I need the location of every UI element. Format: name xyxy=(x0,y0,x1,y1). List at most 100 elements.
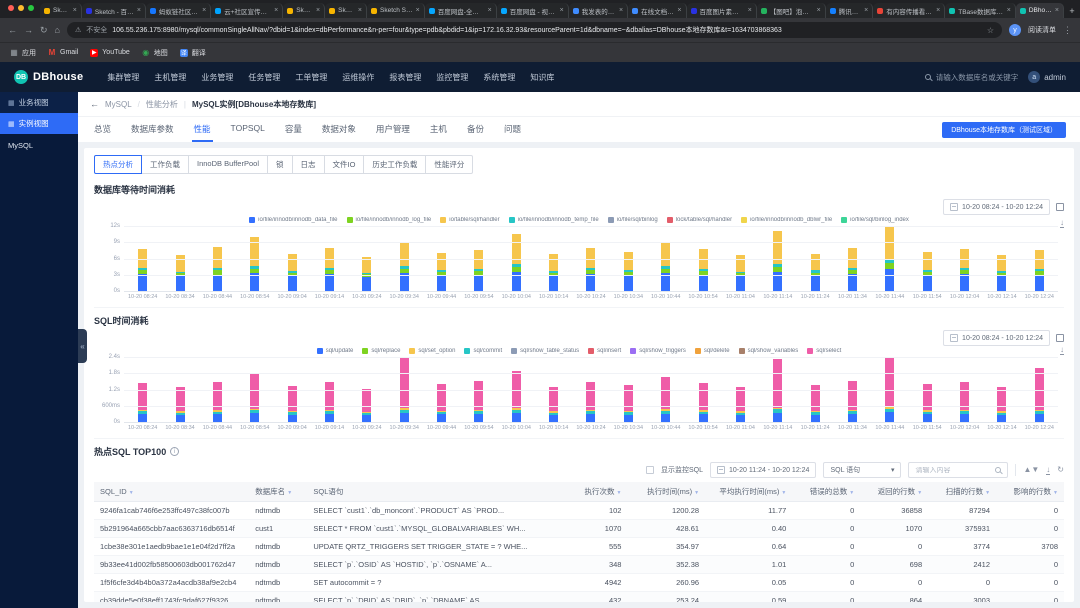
tab-close-icon[interactable]: × xyxy=(488,7,492,14)
maximize-window-icon[interactable] xyxy=(28,4,34,11)
sort-icon[interactable]: ▼ xyxy=(617,490,622,496)
tab-close-icon[interactable]: × xyxy=(1055,7,1059,14)
address-bar[interactable]: ⚠ 不安全 106.55.236.175:8980/mysql/commonSi… xyxy=(66,22,1002,38)
subtab-日志[interactable]: 日志 xyxy=(291,155,325,174)
tab-容量[interactable]: 容量 xyxy=(275,117,312,142)
sort-icon[interactable]: ▼ xyxy=(917,490,922,496)
sort-icon[interactable]: ▼ xyxy=(781,490,786,496)
date-range-picker[interactable]: 10-20 08:24 - 10-20 12:24 xyxy=(943,199,1050,215)
sort-icon[interactable]: ▼ xyxy=(129,490,134,496)
tab-close-icon[interactable]: × xyxy=(274,7,278,14)
expand-icon[interactable] xyxy=(1056,334,1064,342)
browser-tab[interactable]: 有内容传播看求告...× xyxy=(873,3,946,18)
column-header-平均执行时间(ms)[interactable]: 平均执行时间(ms) ▼ xyxy=(705,482,793,502)
tab-数据对象[interactable]: 数据对象 xyxy=(312,117,366,142)
legend-item[interactable]: sql/replace xyxy=(362,348,400,354)
browser-tab[interactable]: 百度图片素材产...× xyxy=(686,3,757,18)
browser-tab[interactable]: 我发表的文档× xyxy=(568,3,629,18)
sql-statement-link[interactable]: SELECT `cust1`.`db_moncont`.`PRODUCT` AS… xyxy=(307,501,570,520)
legend-item[interactable]: sql/select xyxy=(807,348,841,354)
expand-icon[interactable] xyxy=(1056,203,1064,211)
subtab-热点分析[interactable]: 热点分析 xyxy=(94,155,142,174)
column-header-返回的行数[interactable]: 返回的行数 ▼ xyxy=(860,482,929,502)
sort-icon[interactable]: ▼ xyxy=(1053,490,1058,496)
legend-item[interactable]: io/table/sql/handler xyxy=(440,217,500,223)
table-date-range-picker[interactable]: 10-20 11:24 - 10-20 12:24 xyxy=(710,462,817,478)
search-icon[interactable] xyxy=(995,467,1002,473)
tab-数据库参数[interactable]: 数据库参数 xyxy=(121,117,184,142)
nav-item-系统管理[interactable]: 系统管理 xyxy=(483,72,515,83)
tab-TOPSQL[interactable]: TOPSQL xyxy=(221,117,275,142)
browser-tab[interactable]: Sketch× xyxy=(325,3,367,18)
instance-button[interactable]: DBhouse本地存数库（测试区域） xyxy=(942,121,1066,138)
subtab-性能评分[interactable]: 性能评分 xyxy=(425,155,474,174)
subtab-InnoDB BufferPool[interactable]: InnoDB BufferPool xyxy=(188,155,268,174)
app-logo[interactable]: DB DBhouse xyxy=(14,70,83,84)
sort-toggle-icon[interactable]: ▲▼ xyxy=(1023,466,1039,474)
subtab-工作负载[interactable]: 工作负载 xyxy=(141,155,189,174)
tab-问题[interactable]: 问题 xyxy=(494,117,531,142)
close-window-icon[interactable] xyxy=(8,4,14,11)
browser-tab[interactable]: 在线文档分...× xyxy=(628,3,687,18)
column-header-执行时间(ms)[interactable]: 执行时间(ms) ▼ xyxy=(627,482,706,502)
nav-item-监控管理[interactable]: 监控管理 xyxy=(436,72,468,83)
tab-close-icon[interactable]: × xyxy=(817,7,821,14)
nav-item-报表管理[interactable]: 报表管理 xyxy=(389,72,421,83)
legend-item[interactable]: io/file/innodb/innodb_temp_file xyxy=(508,217,599,223)
tab-close-icon[interactable]: × xyxy=(316,7,320,14)
tab-close-icon[interactable]: × xyxy=(1007,7,1011,14)
tab-close-icon[interactable]: × xyxy=(748,7,752,14)
security-label[interactable]: 不安全 xyxy=(86,25,107,35)
sql-statement-link[interactable]: SELECT * FROM `cust1`.`MYSQL_GLOBALVARIA… xyxy=(307,519,570,538)
legend-item[interactable]: sql/delete xyxy=(694,348,730,354)
forward-icon[interactable]: → xyxy=(24,25,33,35)
browser-tab[interactable]: Sketch× xyxy=(283,3,326,18)
filter-input[interactable] xyxy=(915,466,986,474)
browser-menu-icon[interactable]: ⋮ xyxy=(1063,25,1072,35)
column-header-影响的行数[interactable]: 影响的行数 ▼ xyxy=(996,482,1064,502)
back-icon[interactable]: ← xyxy=(8,25,17,35)
column-header-SQL语句[interactable]: SQL语句 xyxy=(307,482,570,502)
tab-备份[interactable]: 备份 xyxy=(457,117,494,142)
legend-item[interactable]: sql/set_option xyxy=(409,348,455,354)
bookmark-star-icon[interactable]: ☆ xyxy=(987,26,994,35)
breadcrumb-item[interactable]: MySQL xyxy=(105,100,132,109)
bookmark-item[interactable]: ▦ 应用 xyxy=(10,48,36,58)
export-icon[interactable]: ↓ xyxy=(1046,465,1051,475)
tab-性能[interactable]: 性能 xyxy=(184,117,221,142)
tab-总览[interactable]: 总览 xyxy=(84,117,121,142)
sidebar-view-tab[interactable]: ▦ 实例视图 xyxy=(0,113,78,134)
browser-tab[interactable]: 百度网盘-全景汇...× xyxy=(424,3,497,18)
tab-close-icon[interactable]: × xyxy=(202,7,206,14)
legend-item[interactable]: io/file/innodb/innodb_log_file xyxy=(346,217,431,223)
sql-statement-link[interactable]: SELECT `p`.`OSID` AS `HOSTID`, `p`.`OSNA… xyxy=(307,555,570,574)
bookmark-item[interactable]: M Gmail xyxy=(48,48,79,57)
legend-item[interactable]: sql/insert xyxy=(588,348,621,354)
date-range-picker[interactable]: 10-20 08:24 - 10-20 12:24 xyxy=(943,330,1050,346)
column-header-错误的总数[interactable]: 错误的总数 ▼ xyxy=(792,482,861,502)
browser-tab[interactable]: DBhouse× xyxy=(1015,3,1064,18)
sort-icon[interactable]: ▼ xyxy=(287,490,292,496)
show-monitor-sql-checkbox[interactable] xyxy=(646,466,654,474)
tab-close-icon[interactable]: × xyxy=(619,7,623,14)
nav-item-运维操作[interactable]: 运维操作 xyxy=(342,72,374,83)
profile-avatar[interactable]: y xyxy=(1009,24,1021,36)
tab-close-icon[interactable]: × xyxy=(137,7,141,14)
tab-close-icon[interactable]: × xyxy=(73,7,77,14)
sql-statement-link[interactable]: SET autocommit = ? xyxy=(307,573,570,592)
reading-list-button[interactable]: 阅读清单 xyxy=(1028,25,1056,35)
sidebar-collapse-handle[interactable]: « xyxy=(78,329,87,364)
legend-item[interactable]: sql/show_table_status xyxy=(511,348,579,354)
browser-tab[interactable]: Sketch Store× xyxy=(367,3,425,18)
user-menu[interactable]: a admin xyxy=(1028,71,1066,83)
column-header-数据库名[interactable]: 数据库名 ▼ xyxy=(249,482,308,502)
sidebar-view-tab[interactable]: ▦ 业务视图 xyxy=(0,92,78,113)
tab-close-icon[interactable]: × xyxy=(677,7,681,14)
subtab-历史工作负载[interactable]: 历史工作负载 xyxy=(363,155,427,174)
nav-item-知识库[interactable]: 知识库 xyxy=(530,72,554,83)
breadcrumb-back-icon[interactable]: ← xyxy=(90,99,99,109)
sql-filter-select[interactable]: SQL 语句 ▾ xyxy=(823,462,902,478)
browser-tab[interactable]: Sketch× xyxy=(40,3,82,18)
refresh-icon[interactable]: ↻ xyxy=(1057,466,1064,474)
column-header-执行次数[interactable]: 执行次数 ▼ xyxy=(569,482,628,502)
